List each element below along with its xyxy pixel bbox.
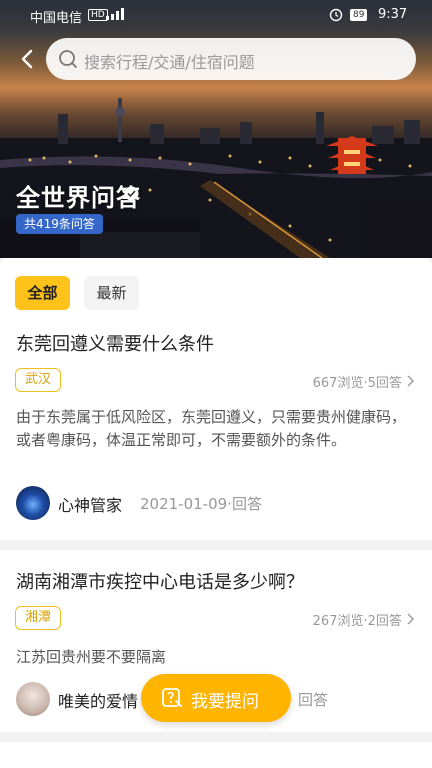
chevron-left-icon (21, 49, 33, 69)
ask-question-button[interactable]: 我要提问 (141, 674, 291, 722)
alarm-icon (329, 8, 343, 22)
divider (0, 732, 432, 742)
back-button[interactable] (14, 44, 42, 74)
answer-date: 回答 (298, 691, 329, 709)
search-icon (59, 50, 77, 68)
divider (0, 540, 432, 550)
carrier-label: 中国电信 (30, 11, 83, 26)
chevron-right-icon (407, 613, 414, 625)
question-card[interactable]: 东莞回遵义需要什么条件 武汉 667浏览·5回答 由于东莞属于低风险区，东莞回遵… (0, 324, 432, 538)
battery-indicator: 89 (350, 9, 368, 21)
verified-icon (124, 186, 139, 201)
location-tag[interactable]: 武汉 (15, 368, 62, 392)
hero-banner: 中国电信 HD 89 9:37 搜索行程/交通/住宿问题 全世界问答 共419条… (0, 0, 432, 258)
stats-text: 267浏览·2回答 (312, 614, 402, 629)
ask-button-label: 我要提问 (191, 692, 259, 712)
question-stats: 667浏览·5回答 (313, 372, 416, 391)
question-title[interactable]: 东莞回遵义需要什么条件 (16, 330, 214, 356)
answer-excerpt: 江苏回贵州要不要隔离 (16, 648, 167, 666)
clock: 9:37 (378, 7, 408, 22)
question-count-badge: 共419条问答 (16, 214, 103, 234)
answer-excerpt: 由于东莞属于低风险区，东莞回遵义，只需要贵州健康码，或者粤康码，体温正常即可，不… (16, 408, 407, 449)
page-title: 全世界问答 (16, 184, 141, 212)
question-title[interactable]: 湖南湘潭市疾控中心电话是多少啊？ (16, 568, 304, 594)
edit-question-icon (162, 688, 182, 707)
location-tag[interactable]: 湘潭 (15, 606, 62, 630)
author-name[interactable]: 心神管家 (58, 492, 122, 516)
search-placeholder: 搜索行程/交通/住宿问题 (84, 53, 255, 72)
tab-all[interactable]: 全部 (15, 276, 70, 310)
signal-icon (106, 8, 124, 20)
avatar[interactable] (16, 486, 50, 520)
status-bar: 中国电信 HD 89 9:37 (0, 0, 432, 30)
search-input[interactable]: 搜索行程/交通/住宿问题 (46, 38, 416, 80)
answer-date: 2021-01-09·回答 (140, 495, 262, 513)
question-stats: 267浏览·2回答 (313, 610, 416, 629)
avatar[interactable] (16, 682, 50, 716)
stats-text: 667浏览·5回答 (312, 376, 402, 391)
hd-badge: HD (88, 9, 108, 21)
chevron-right-icon (407, 375, 414, 387)
author-name[interactable]: 唯美的爱情 (58, 688, 138, 712)
tab-latest[interactable]: 最新 (84, 276, 139, 310)
